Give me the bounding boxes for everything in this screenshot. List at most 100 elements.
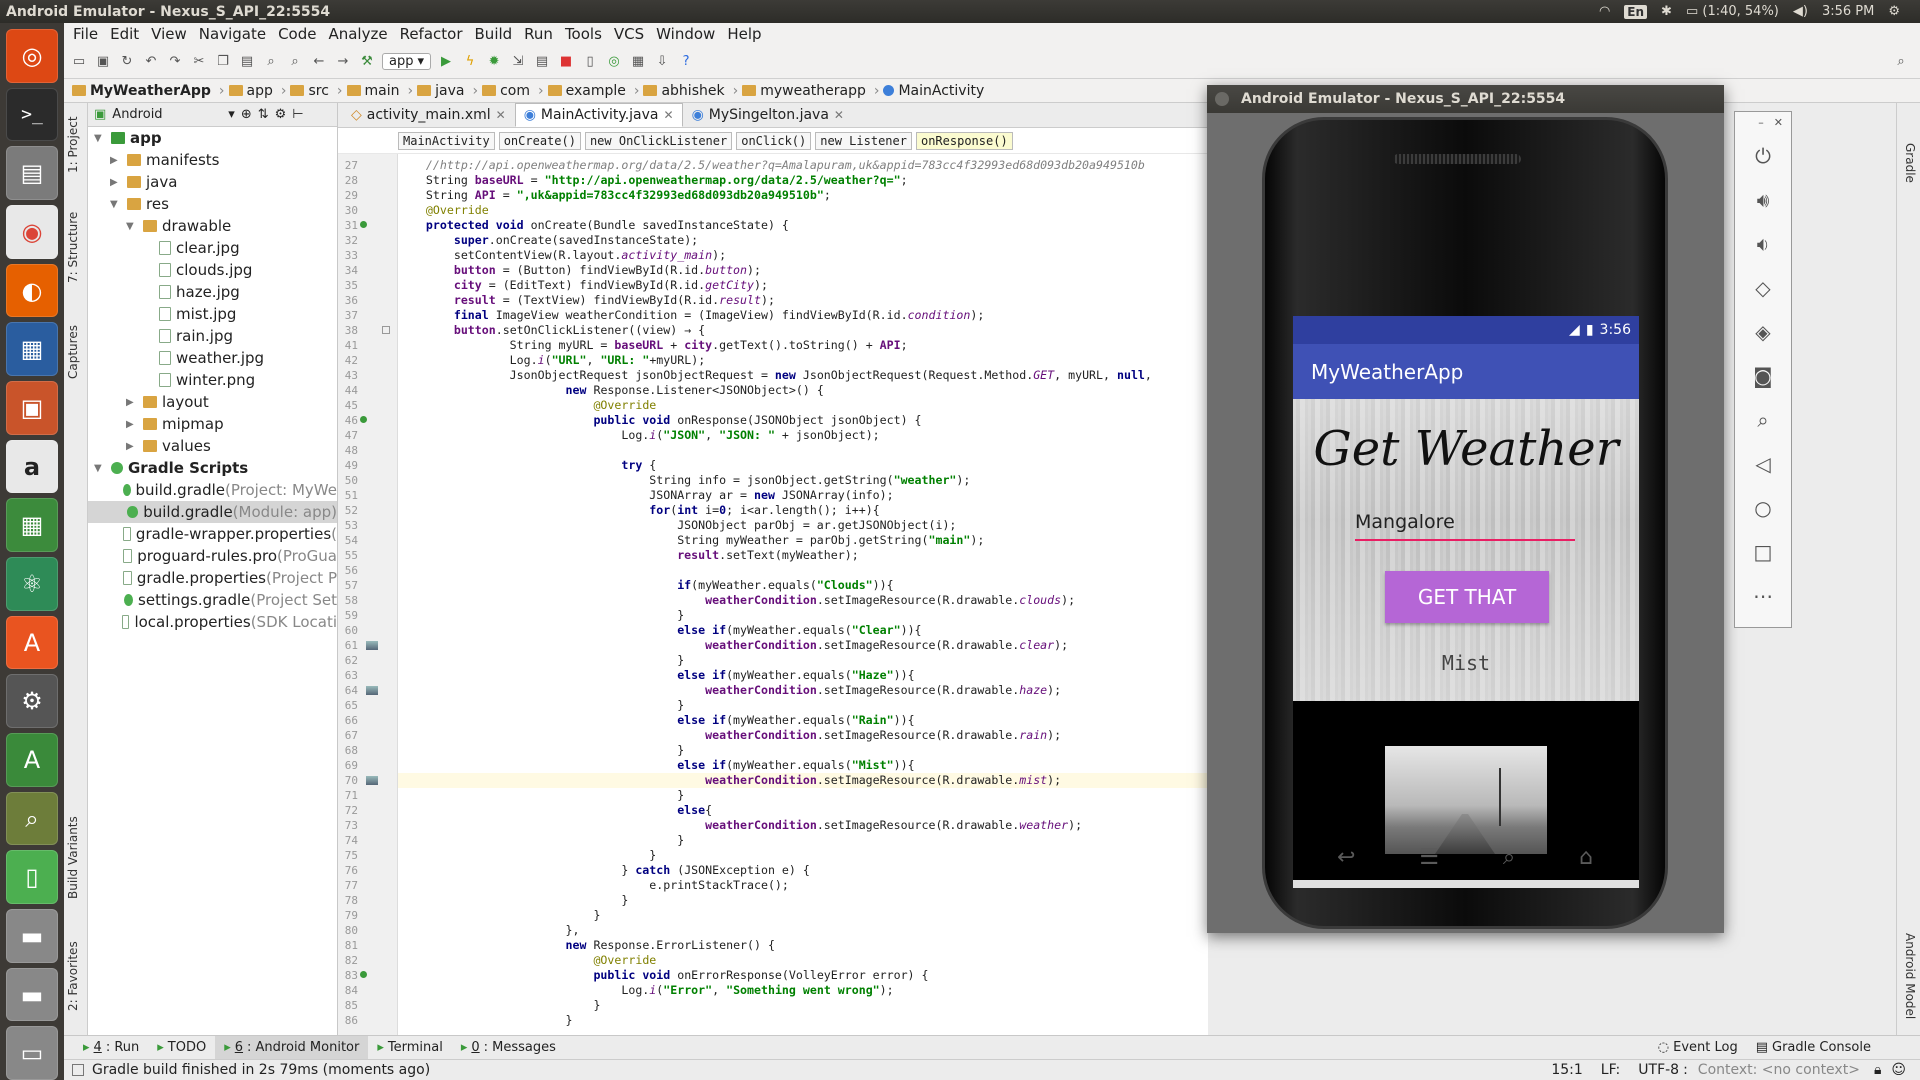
files-icon[interactable]: ▤ <box>6 146 58 201</box>
atom-icon[interactable]: ⚛ <box>6 557 58 611</box>
editor-tab[interactable]: ◉ MySingelton.java ✕ <box>683 103 853 127</box>
collapsed-arrow-icon[interactable]: ▶ <box>110 177 122 188</box>
menu-build[interactable]: Build <box>470 25 518 43</box>
menu-edit[interactable]: Edit <box>105 25 144 43</box>
menu-code[interactable]: Code <box>273 25 321 43</box>
expanded-arrow-icon[interactable]: ▼ <box>94 133 106 144</box>
tool-tab-android-model[interactable]: Android Model <box>1903 933 1917 1019</box>
tool-tab-structure[interactable]: 7: Structure <box>66 212 80 283</box>
tree-item-settings-gradle[interactable]: settings.gradle (Project Set <box>88 589 337 611</box>
breadcrumb-item[interactable]: MainActivity <box>883 83 984 99</box>
tree-item-build-gradle[interactable]: build.gradle (Module: app) <box>88 501 337 523</box>
amazon-icon[interactable]: a <box>6 439 58 494</box>
menu-tools[interactable]: Tools <box>560 25 607 43</box>
search-tool-icon[interactable]: ⌕ <box>6 791 58 846</box>
context-indicator[interactable]: Context: <no context> <box>1698 1062 1860 1078</box>
hide-panel-icon[interactable]: ⊢ <box>292 107 303 122</box>
lock-icon[interactable]: 🔒︎ <box>1874 1062 1881 1078</box>
coverage-icon[interactable]: ▤ <box>533 53 551 71</box>
tree-item-weather-jpg[interactable]: weather.jpg <box>88 347 337 369</box>
redo-icon[interactable]: ↷ <box>166 53 184 71</box>
attach-debugger-icon[interactable]: ⇲ <box>509 53 527 71</box>
terminal-icon[interactable]: >_ <box>6 87 58 142</box>
expanded-arrow-icon[interactable]: ▼ <box>94 463 106 474</box>
overview-icon[interactable]: □ <box>1743 530 1783 574</box>
tree-item-clouds-jpg[interactable]: clouds.jpg <box>88 259 337 281</box>
undo-icon[interactable]: ↶ <box>142 53 160 71</box>
breadcrumb-item[interactable]: src › <box>290 83 343 99</box>
menu-file[interactable]: File <box>68 25 103 43</box>
tree-item-proguard-rules-pro[interactable]: proguard-rules.pro (ProGua <box>88 545 337 567</box>
camera-icon[interactable]: ◙ <box>1743 354 1783 398</box>
event-log-button[interactable]: ◌ Event Log <box>1649 1040 1747 1055</box>
menu-navigate[interactable]: Navigate <box>194 25 271 43</box>
system-settings-icon[interactable]: ⚙ <box>6 674 58 729</box>
find-icon[interactable]: ⌕ <box>262 53 280 71</box>
battery-indicator[interactable]: ▭ (1:40, 54%) <box>1686 4 1779 19</box>
keyboard-layout-indicator[interactable]: En <box>1624 4 1648 19</box>
run-config-select[interactable]: app ▾ <box>382 53 432 70</box>
bluetooth-icon[interactable]: ✱ <box>1661 4 1672 19</box>
breadcrumb-item[interactable]: MyWeatherApp › <box>72 83 225 99</box>
tree-item-local-properties[interactable]: local.properties (SDK Locati <box>88 611 337 633</box>
home-key-icon[interactable]: ⌂ <box>1579 845 1593 870</box>
collapsed-arrow-icon[interactable]: ▶ <box>126 397 138 408</box>
close-tab-icon[interactable]: ✕ <box>496 108 506 122</box>
city-input[interactable]: Mangalore <box>1355 507 1575 541</box>
breadcrumb-item[interactable]: main › <box>346 83 413 99</box>
tool-tab-captures[interactable]: Captures <box>66 325 80 379</box>
structure-crumb[interactable]: onClick() <box>736 131 812 150</box>
line-separator[interactable]: LF: <box>1601 1062 1620 1078</box>
impress-icon[interactable]: ▣ <box>6 381 58 435</box>
copy-icon[interactable]: ❐ <box>214 53 232 71</box>
save-all-icon[interactable]: ▣ <box>94 53 112 71</box>
chrome-icon[interactable]: ◉ <box>6 205 58 259</box>
menu-view[interactable]: View <box>146 25 192 43</box>
structure-crumb[interactable]: MainActivity <box>398 131 495 150</box>
volume-up-icon[interactable]: 🔊︎ <box>1743 178 1783 222</box>
tree-item-drawable[interactable]: ▼ drawable <box>88 215 337 237</box>
override-icon[interactable] <box>360 416 367 423</box>
structure-crumb[interactable]: new Listener <box>815 131 912 150</box>
gradle-console-button[interactable]: ▤ Gradle Console <box>1747 1040 1880 1055</box>
file-encoding[interactable]: UTF-8 <box>1638 1062 1679 1078</box>
menu-refactor[interactable]: Refactor <box>395 25 468 43</box>
breadcrumb-item[interactable]: com › <box>482 83 544 99</box>
writer-icon[interactable]: ▦ <box>6 322 58 377</box>
rotate-left-icon[interactable]: ◇ <box>1743 266 1783 310</box>
clock[interactable]: 3:56 PM <box>1822 4 1874 19</box>
collapsed-arrow-icon[interactable]: ▶ <box>126 441 138 452</box>
structure-crumb[interactable]: onResponse() <box>915 131 1013 150</box>
expanded-arrow-icon[interactable]: ▼ <box>126 221 138 232</box>
bottom-tab[interactable]: ▸ 4: Run <box>74 1040 148 1055</box>
tree-item-manifests[interactable]: ▶ manifests <box>88 149 337 171</box>
menu-key-icon[interactable]: ☰ <box>1419 845 1439 870</box>
rotate-right-icon[interactable]: ◈ <box>1743 310 1783 354</box>
volume-icon[interactable]: ◀) <box>1793 4 1808 19</box>
breadcrumb-item[interactable]: java › <box>417 83 478 99</box>
tree-item-haze-jpg[interactable]: haze.jpg <box>88 281 337 303</box>
close-icon[interactable]: ✕ <box>1774 116 1783 134</box>
apply-changes-icon[interactable]: ϟ <box>461 53 479 71</box>
inspector-icon[interactable]: ☺ <box>1891 1062 1906 1078</box>
wifi-icon[interactable]: ◠ <box>1599 4 1610 19</box>
breadcrumb-item[interactable]: abhishek › <box>643 83 738 99</box>
cut-icon[interactable]: ✂ <box>190 53 208 71</box>
tree-item-mipmap[interactable]: ▶ mipmap <box>88 413 337 435</box>
scroll-from-source-icon[interactable]: ⊕ <box>241 107 252 122</box>
back-key-icon[interactable]: ↩ <box>1337 845 1355 870</box>
software-center-icon[interactable]: A <box>6 615 58 670</box>
fold-icon[interactable] <box>382 326 390 334</box>
calc-icon[interactable]: ▦ <box>6 498 58 553</box>
search-key-icon[interactable]: ⌕ <box>1503 845 1515 870</box>
bottom-tab[interactable]: ▸ TODO <box>148 1040 215 1055</box>
back-icon[interactable]: ← <box>310 53 328 71</box>
tree-item-res[interactable]: ▼ res <box>88 193 337 215</box>
tool-tab-build-variants[interactable]: Build Variants <box>66 816 80 899</box>
bottom-tab[interactable]: ▸ 6: Android Monitor <box>215 1035 369 1060</box>
override-icon[interactable] <box>360 971 367 978</box>
editor-tab[interactable]: ◉ MainActivity.java ✕ <box>514 103 683 127</box>
ubuntu-dash-icon[interactable]: ◎ <box>6 29 58 83</box>
menu-help[interactable]: Help <box>722 25 766 43</box>
bottom-tab[interactable]: ▸ 0: Messages <box>452 1040 565 1055</box>
